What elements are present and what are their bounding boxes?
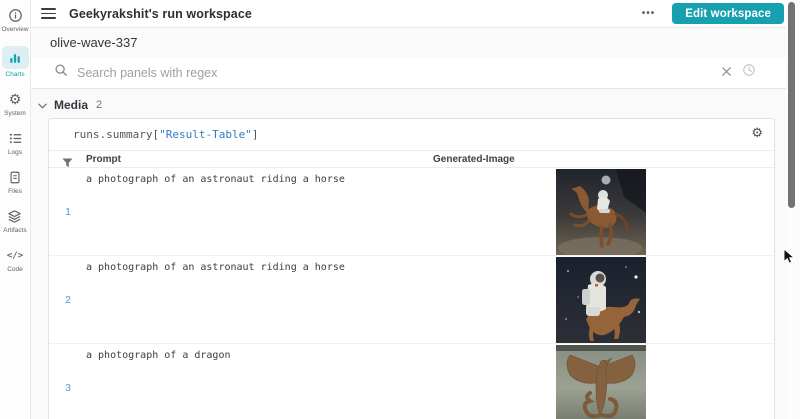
sidebar-item-logs[interactable]: Logs bbox=[7, 130, 24, 156]
sidebar: Overview Charts ⚙ System Logs Files bbox=[0, 0, 31, 419]
sidebar-item-label: Code bbox=[7, 266, 23, 273]
sidebar-item-overview[interactable]: Overview bbox=[1, 7, 28, 33]
edit-workspace-button[interactable]: Edit workspace bbox=[672, 3, 784, 24]
clear-search-icon[interactable] bbox=[721, 64, 732, 82]
chevron-down-icon bbox=[38, 96, 47, 114]
sidebar-item-label: Charts bbox=[5, 71, 24, 78]
document-icon bbox=[7, 169, 24, 186]
row-index-link[interactable]: 2 bbox=[57, 256, 79, 343]
search-history-icon[interactable] bbox=[742, 63, 756, 82]
expression-prefix: runs.summary[ bbox=[73, 128, 159, 141]
sidebar-item-charts[interactable]: Charts bbox=[2, 46, 29, 78]
sidebar-item-files[interactable]: Files bbox=[7, 169, 24, 195]
row-index-link[interactable]: 3 bbox=[57, 344, 79, 419]
sidebar-item-label: Files bbox=[8, 188, 22, 195]
wandb-run-workspace: Overview Charts ⚙ System Logs Files bbox=[0, 0, 800, 419]
sidebar-item-label: System bbox=[4, 110, 26, 117]
generated-image[interactable] bbox=[556, 345, 646, 419]
gear-icon: ⚙ bbox=[6, 91, 23, 108]
info-icon bbox=[7, 7, 24, 24]
media-section-header[interactable]: Media 2 bbox=[38, 96, 102, 114]
sidebar-item-artifacts[interactable]: Artifacts bbox=[3, 208, 26, 234]
top-bar: Geekyrakshit's run workspace ••• Edit wo… bbox=[31, 0, 800, 28]
expression-string: "Result-Table" bbox=[159, 128, 252, 141]
prompt-cell: a photograph of an astronaut riding a ho… bbox=[86, 174, 345, 185]
table-row: 2 a photograph of an astronaut riding a … bbox=[49, 256, 774, 344]
page-title: Geekyrakshit's run workspace bbox=[69, 7, 252, 21]
more-options-icon[interactable]: ••• bbox=[642, 9, 656, 19]
panels-section: Media 2 runs.summary["Result-Table"] ⚙ P… bbox=[31, 89, 800, 419]
table-header-row: Prompt Generated-Image bbox=[49, 150, 774, 168]
bar-chart-icon bbox=[7, 49, 24, 66]
media-section-label: Media bbox=[54, 98, 88, 112]
run-name: olive-wave-337 bbox=[50, 35, 137, 50]
code-icon: </> bbox=[7, 247, 24, 264]
prompt-cell: a photograph of an astronaut riding a ho… bbox=[86, 262, 345, 273]
prompt-cell: a photograph of a dragon bbox=[86, 350, 231, 361]
sidebar-item-system[interactable]: ⚙ System bbox=[4, 91, 26, 117]
panel-settings-gear-icon[interactable]: ⚙ bbox=[751, 126, 763, 141]
panel-expression[interactable]: runs.summary["Result-Table"] ⚙ bbox=[49, 119, 774, 150]
expression-suffix: ] bbox=[252, 128, 259, 141]
panel-search-bar[interactable]: Search panels with regex bbox=[31, 57, 800, 89]
column-header-generated-image[interactable]: Generated-Image bbox=[433, 154, 515, 165]
row-index-link[interactable]: 1 bbox=[57, 168, 79, 255]
table-row: 3 a photograph of a dragon bbox=[49, 344, 774, 419]
run-name-row: olive-wave-337 bbox=[31, 28, 800, 57]
search-input[interactable]: Search panels with regex bbox=[77, 66, 217, 80]
generated-image[interactable] bbox=[556, 169, 646, 255]
list-icon bbox=[7, 130, 24, 147]
search-icon bbox=[54, 63, 68, 82]
sidebar-item-code[interactable]: </> Code bbox=[7, 247, 24, 273]
sidebar-item-label: Artifacts bbox=[3, 227, 26, 234]
sidebar-item-label: Overview bbox=[1, 26, 28, 33]
sidebar-item-label: Logs bbox=[8, 149, 22, 156]
scrollbar-thumb[interactable] bbox=[788, 2, 795, 208]
media-section-count: 2 bbox=[96, 99, 102, 111]
result-table-panel: runs.summary["Result-Table"] ⚙ Prompt Ge… bbox=[48, 118, 775, 419]
layers-icon bbox=[6, 208, 23, 225]
column-header-prompt[interactable]: Prompt bbox=[86, 154, 121, 165]
hamburger-menu-icon[interactable] bbox=[41, 8, 56, 19]
table-row: 1 a photograph of an astronaut riding a … bbox=[49, 168, 774, 256]
generated-image[interactable] bbox=[556, 257, 646, 343]
